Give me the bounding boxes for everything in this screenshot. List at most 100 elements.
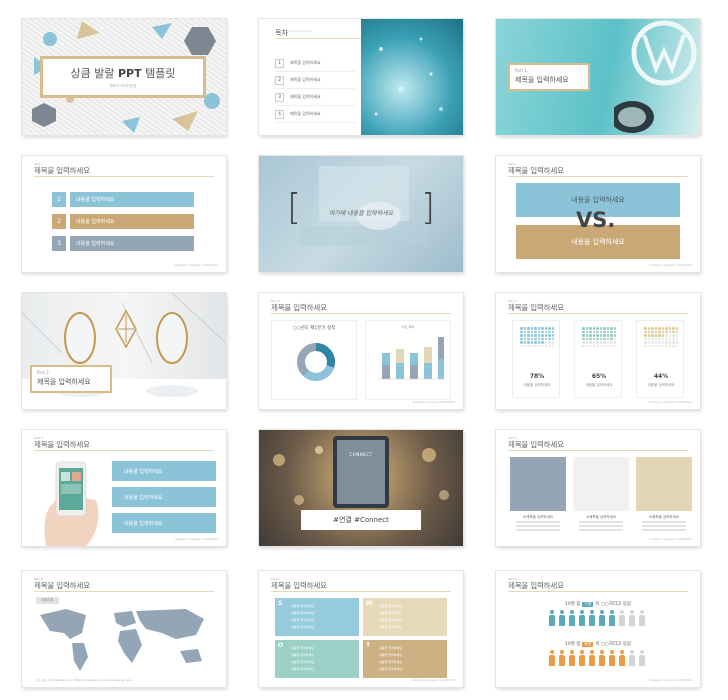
person-body [639,655,645,666]
slide-thumbnail-cover[interactable]: 상큼 발랄 PPT 템플릿 예쁘자 피피티닷컴 [22,19,226,135]
slide-thumbnail-percentages[interactable]: Part 2 제목을 입력하세요 Slidesppt / slidesppt.c… [496,293,700,409]
dot [585,330,588,333]
person-icon [598,650,606,666]
toc-label: 제목을 입력하세요 [290,94,321,99]
slide-title: 제목을 입력하세요 [34,581,90,590]
slide-footer: Slidesppt / slidesppt.com/Part/Part [412,679,455,682]
percentage-value: 65% [591,373,607,380]
swot-letter: T [366,642,371,649]
dot [582,344,585,347]
dot [658,337,661,340]
swot-letter: S [278,600,283,607]
title-divider [508,591,688,592]
caption-prefix: 10명 중 [564,602,581,607]
dot [534,330,537,333]
slide-thumbnail-numbered-list[interactable]: Part 1 제목을 입력하세요 Slidesppt / slidesppt.c… [22,156,226,272]
dot [544,341,547,344]
map-credit: 지도 출처: © Simplemaps.com / https://simple… [36,679,132,682]
dot [603,327,606,330]
person-head [610,610,614,614]
toc-item: 4 제목을 입력하세요 [275,106,355,123]
person-body [609,615,615,626]
slide-thumbnail-people-stats[interactable]: Part 4 제목을 입력하세요 Slidesppt / slidesppt.c… [496,571,700,687]
dot [613,330,616,333]
dot [658,334,661,337]
swot-bullet: 내용을 입력하세요 [291,653,315,657]
dot [610,337,613,340]
dot [582,330,585,333]
person-body [549,655,555,666]
dot [537,330,540,333]
person-icon [638,610,646,626]
dot [592,344,595,347]
text-placeholder-line [579,521,623,523]
dot [548,337,551,340]
toc-label: 제목을 입력하세요 [290,77,321,82]
dot [582,337,585,340]
slide-thumbnail-charts[interactable]: Part 2 제목을 입력하세요 ○○년도 제1분기 실적 차트 제목 Slid… [259,293,463,409]
slide-thumbnail-part2[interactable]: Part 2. 제목을 입력하세요 [22,293,226,409]
people-row-caption: 10명 중 7명 이 ○○하라고 응답 [496,601,700,607]
slide-thumbnail-quote[interactable]: [ ] 여기에 내용을 입력하세요 [259,156,463,272]
percentage-value: 44% [653,373,669,380]
dot [603,341,606,344]
toc-label: 제목을 입력하세요 [290,111,321,116]
dot [541,341,544,344]
dot [610,327,613,330]
slide-thumbnail-swot[interactable]: Part 4 제목을 입력하세요 Slidesppt / slidesppt.c… [259,571,463,687]
dot [534,344,537,347]
dot [672,334,675,337]
part-title: 제목을 입력하세요 [515,76,569,84]
dot [647,334,650,337]
dot [548,341,551,344]
dot [654,327,657,330]
dot [647,341,650,344]
color-column-label: 소제목을 입력하세요 [648,515,680,519]
slide-thumbnail-versus[interactable]: Part 1 제목을 입력하세요 내용을 입력하세요 내용을 입력하세요 VS.… [496,156,700,272]
person-body [579,655,585,666]
dot [589,337,592,340]
contents-list: 1 제목을 입력하세요 2 제목을 입력하세요 3 제목을 입력하세요 4 제목을 입력하세요 [275,55,355,123]
dot [544,337,547,340]
dot [523,341,526,344]
toc-label: 제목을 입력하세요 [290,60,321,65]
glitter-photo [361,19,463,135]
slide-thumbnail-phone-list[interactable]: Part 3 제목을 입력하세요 Slidesppt / slidesppt.c… [22,430,226,546]
dot [610,344,613,347]
dot [644,337,647,340]
swot-bullet: 내용을 입력하세요 [291,611,315,615]
swot-bullet: 내용을 입력하세요 [291,667,315,671]
slide-thumbnail-connect[interactable]: CONNECT #연결 #Connect [259,430,463,546]
dot [527,341,530,344]
swot-quadrant [363,598,447,636]
dot [668,334,671,337]
dot [654,341,657,344]
dot [541,327,544,330]
slide-thumbnail-contents[interactable]: 목차 content of contents 1 제목을 입력하세요 2 제목을 입력… [259,19,463,135]
toc-number: 3 [275,92,284,102]
dot [599,327,602,330]
dot [589,334,592,337]
person-head [640,610,644,614]
slide-title: 제목을 입력하세요 [508,166,564,175]
dot [675,341,678,344]
list-bar: 내용을 입력하세요 [70,214,194,229]
dot [544,344,547,347]
title-divider [34,591,214,592]
dot [665,334,668,337]
dot [548,334,551,337]
slide-thumbnail-world-map[interactable]: Part 4 제목을 입력하세요 세계지도 지도 출처: © Simplemap… [22,571,226,687]
dot [541,337,544,340]
dot [585,334,588,337]
person-head [610,650,614,654]
slide-thumbnail-part1[interactable]: Part 1. 제목을 입력하세요 [496,19,700,135]
slide-thumbnail-three-columns[interactable]: Part 3 제목을 입력하세요 Slidesppt / slidesppt.c… [496,430,700,546]
dot [654,334,657,337]
swot-bullet: 내용을 입력하세요 [379,667,403,671]
dot [530,337,533,340]
dot [520,344,523,347]
dot [520,334,523,337]
dot [606,337,609,340]
dot [647,327,650,330]
dot [589,341,592,344]
